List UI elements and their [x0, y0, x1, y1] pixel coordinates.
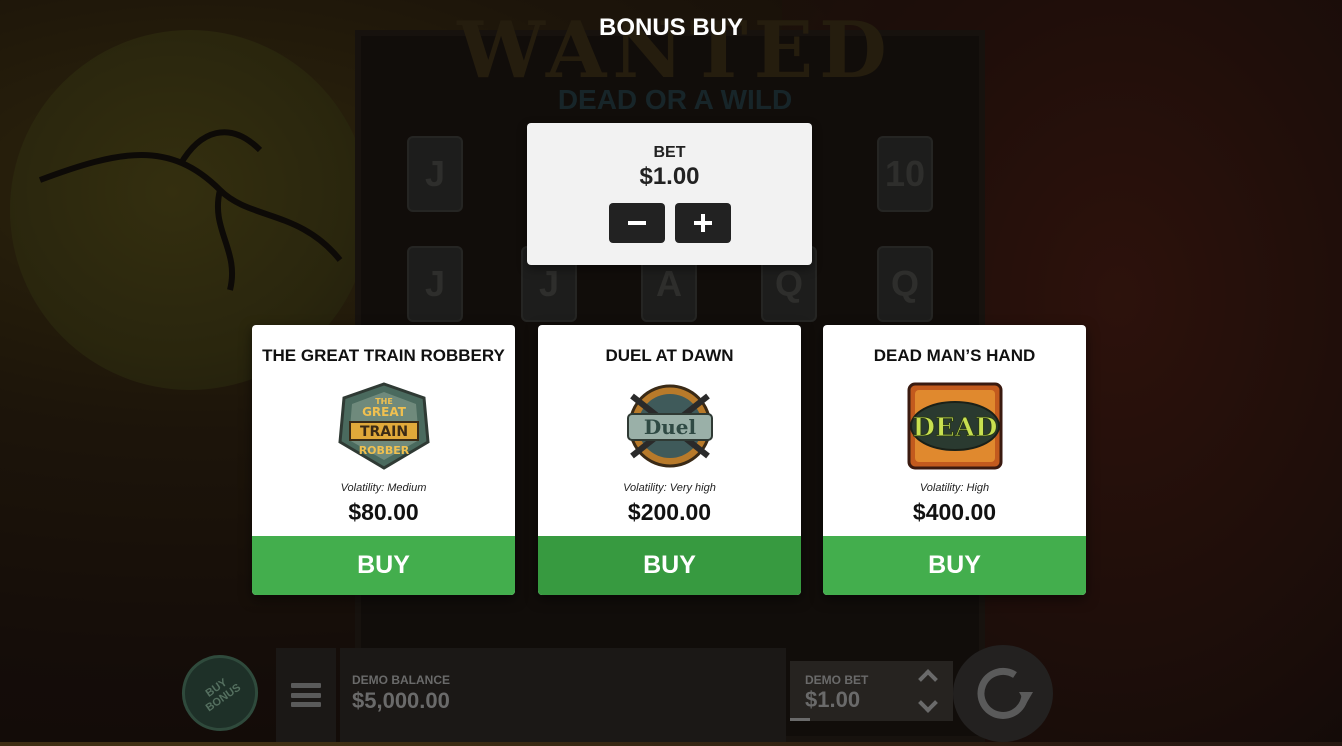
bet-label: BET — [653, 144, 686, 161]
balance-value: $5,000.00 — [352, 688, 450, 713]
spin-button[interactable] — [953, 645, 1053, 742]
bet-value: $1.00 — [639, 163, 700, 190]
badge-text-line: GREAT — [362, 405, 407, 419]
card-price: $400.00 — [912, 499, 997, 525]
card-title: DUEL AT DAWN — [605, 346, 734, 365]
badge-text-line: ROBBER — [358, 444, 409, 457]
buy-button-dead-mans-hand[interactable]: BUY — [823, 536, 1086, 595]
card-volatility: Volatility: Medium — [340, 482, 427, 494]
bonus-card-duel-at-dawn: DUEL AT DAWN Duel Volatility: Very high … — [538, 325, 801, 595]
great-train-robbery-badge-icon: THE GREAT TRAIN ROBBER — [336, 382, 432, 470]
chevron-up-icon[interactable] — [918, 669, 938, 689]
dead-badge-icon: DEAD — [907, 382, 1003, 470]
card-price: $200.00 — [627, 499, 712, 525]
balance-display: DEMO BALANCE $5,000.00 — [340, 648, 786, 742]
demo-bet-value: $1.00 — [805, 687, 861, 712]
bet-panel: BET $1.00 — [527, 123, 812, 265]
demo-bet-indicator — [790, 718, 810, 721]
bonus-card-dead-mans-hand: DEAD MAN’S HAND DEAD Volatility: High $4… — [823, 325, 1086, 595]
spin-icon — [977, 667, 1033, 719]
plus-icon — [693, 214, 712, 232]
bonus-card-great-train-robbery: THE GREAT TRAIN ROBBERY THE GREAT TRAIN … — [252, 325, 515, 595]
balance-label: DEMO BALANCE — [352, 673, 450, 687]
badge-text-line: TRAIN — [359, 424, 407, 440]
card-volatility: Volatility: Very high — [623, 482, 716, 494]
increase-bet-button[interactable] — [674, 203, 731, 243]
card-title: THE GREAT TRAIN ROBBERY — [262, 346, 505, 365]
chevron-down-icon[interactable] — [918, 693, 938, 713]
card-price: $80.00 — [348, 499, 419, 525]
card-volatility: Volatility: High — [919, 482, 990, 494]
minus-icon — [627, 221, 646, 225]
card-title: DEAD MAN’S HAND — [873, 346, 1036, 365]
badge-text: Duel — [643, 415, 696, 439]
buy-button-duel-at-dawn[interactable]: BUY — [538, 536, 801, 595]
menu-button[interactable] — [276, 648, 336, 742]
demo-bet-label: DEMO BET — [805, 673, 869, 687]
hamburger-icon — [291, 683, 321, 707]
duel-badge-icon: Duel — [622, 382, 718, 470]
buy-bonus-label: BUY BONUS — [203, 676, 244, 715]
bet-stepper[interactable] — [903, 661, 953, 721]
badge-text: DEAD — [912, 413, 997, 443]
buy-button-great-train-robbery[interactable]: BUY — [252, 536, 515, 595]
decrease-bet-button[interactable] — [608, 203, 665, 243]
modal-title: BONUS BUY — [598, 14, 743, 41]
demo-bet-display[interactable]: DEMO BET $1.00 — [790, 661, 903, 721]
